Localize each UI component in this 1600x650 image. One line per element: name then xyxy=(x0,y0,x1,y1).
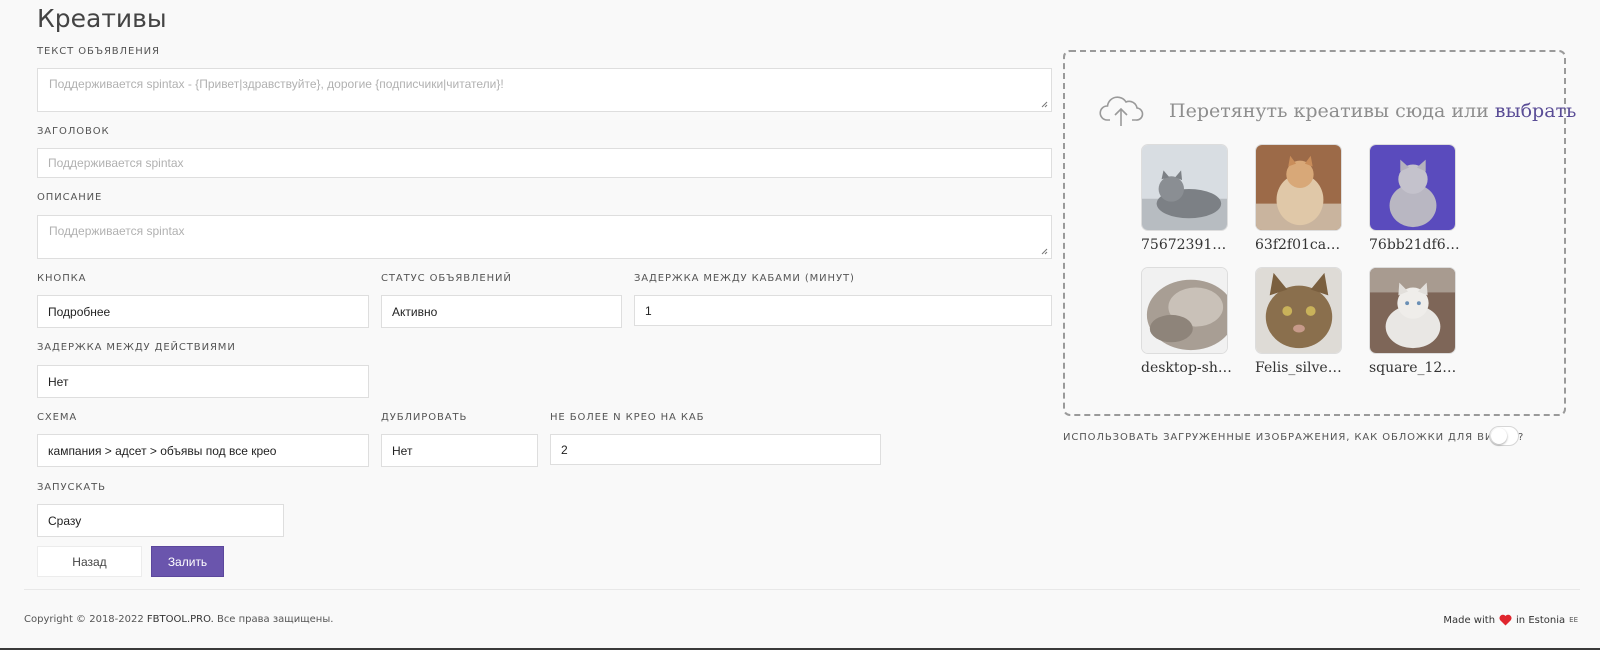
copyright-text: Copyright © 2018-2022 xyxy=(24,614,144,625)
headline-input[interactable]: Поддерживается spintax xyxy=(37,148,1052,178)
choose-files-link[interactable]: выбрать xyxy=(1495,100,1577,122)
ad-status-select[interactable]: Активно xyxy=(381,295,622,328)
ad-status-label: СТАТУС ОБЪЯВЛЕНИЙ xyxy=(381,273,512,284)
ad-text-label: ТЕКСТ ОБЪЯВЛЕНИЯ xyxy=(37,46,160,57)
heart-icon xyxy=(1499,614,1512,626)
cab-delay-label: ЗАДЕРЖКА МЕЖДУ КАБАМИ (МИНУТ) xyxy=(634,273,855,284)
max-creo-input[interactable]: 2 xyxy=(550,434,881,465)
max-creo-label: НЕ БОЛЕЕ N КРЕО НА КАБ xyxy=(550,412,705,423)
file-name: 63f2f01ca… xyxy=(1255,237,1341,253)
file-thumb-3[interactable]: 76bb21df6… xyxy=(1369,144,1460,253)
button-label: КНОПКА xyxy=(37,273,87,284)
duplicate-select[interactable]: Нет xyxy=(381,434,538,467)
scheme-select[interactable]: кампания > адсет > объявы под все крео xyxy=(37,434,369,467)
description-placeholder: Поддерживается spintax xyxy=(49,224,185,238)
description-textarea[interactable]: Поддерживается spintax xyxy=(37,215,1052,259)
video-cover-toggle-label: ИСПОЛЬЗОВАТЬ ЗАГРУЖЕННЫЕ ИЗОБРАЖЕНИЯ, КА… xyxy=(1063,432,1525,443)
button-select[interactable]: Подробнее xyxy=(37,295,369,328)
file-name: desktop-sh… xyxy=(1141,360,1232,376)
file-thumb-2[interactable]: 63f2f01ca… xyxy=(1255,144,1345,253)
cat-photo-icon xyxy=(1141,144,1228,231)
resize-grip-icon[interactable] xyxy=(1041,101,1048,108)
file-name: 76bb21df6… xyxy=(1369,237,1460,253)
dropzone-hint: Перетянуть креативы сюда или xyxy=(1169,100,1489,122)
ad-text-textarea[interactable]: Поддерживается spintax - {Привет|здравст… xyxy=(37,68,1052,112)
ad-text-placeholder: Поддерживается spintax - {Привет|здравст… xyxy=(49,77,504,91)
location-text: in Estonia xyxy=(1516,614,1566,626)
toggle-knob xyxy=(1491,428,1507,444)
launch-select[interactable]: Сразу xyxy=(37,504,284,537)
resize-grip-icon[interactable] xyxy=(1041,248,1048,255)
file-thumb-5[interactable]: Felis_silve… xyxy=(1255,267,1345,376)
rights-text: Все права защищены. xyxy=(216,614,334,625)
video-cover-toggle[interactable] xyxy=(1489,426,1519,446)
file-name: 75672391… xyxy=(1141,237,1227,253)
action-delay-label: ЗАДЕРЖКА МЕЖДУ ДЕЙСТВИЯМИ xyxy=(37,342,236,353)
cat-photo-icon xyxy=(1141,267,1228,354)
cat-photo-icon xyxy=(1369,267,1456,354)
file-name: square_12… xyxy=(1369,360,1457,376)
cloud-upload-icon xyxy=(1099,96,1144,126)
action-delay-select[interactable]: Нет xyxy=(37,365,369,398)
footer-made-with: Made with in Estonia EE xyxy=(1443,614,1578,626)
footer-divider xyxy=(24,589,1580,590)
footer-copyright: Copyright © 2018-2022 FBTOOL.PRO. Все пр… xyxy=(24,614,333,625)
cat-photo-icon xyxy=(1369,144,1456,231)
file-thumb-6[interactable]: square_12… xyxy=(1369,267,1459,376)
submit-button[interactable]: Залить xyxy=(151,546,224,577)
made-with-text: Made with xyxy=(1443,614,1496,626)
cat-photo-icon xyxy=(1255,144,1342,231)
file-thumb-4[interactable]: desktop-sh… xyxy=(1141,267,1232,376)
brand-link[interactable]: FBTOOL.PRO. xyxy=(147,614,214,625)
file-thumb-1[interactable]: 75672391… xyxy=(1141,144,1231,253)
description-label: ОПИСАНИЕ xyxy=(37,192,103,203)
dropzone-text: Перетянуть креативы сюда или выбрать xyxy=(1169,100,1576,122)
headline-label: ЗАГОЛОВОК xyxy=(37,126,110,137)
cab-delay-input[interactable]: 1 xyxy=(634,295,1052,326)
back-button[interactable]: Назад xyxy=(37,546,142,577)
page-title: Креативы xyxy=(37,4,167,33)
creatives-dropzone[interactable]: Перетянуть креативы сюда или выбрать 756… xyxy=(1063,50,1576,416)
file-name: Felis_silve… xyxy=(1255,360,1342,376)
cat-photo-icon xyxy=(1255,267,1342,354)
scheme-label: СХЕМА xyxy=(37,412,78,423)
launch-label: ЗАПУСКАТЬ xyxy=(37,482,106,493)
country-code: EE xyxy=(1569,616,1578,624)
duplicate-label: ДУБЛИРОВАТЬ xyxy=(381,412,468,423)
